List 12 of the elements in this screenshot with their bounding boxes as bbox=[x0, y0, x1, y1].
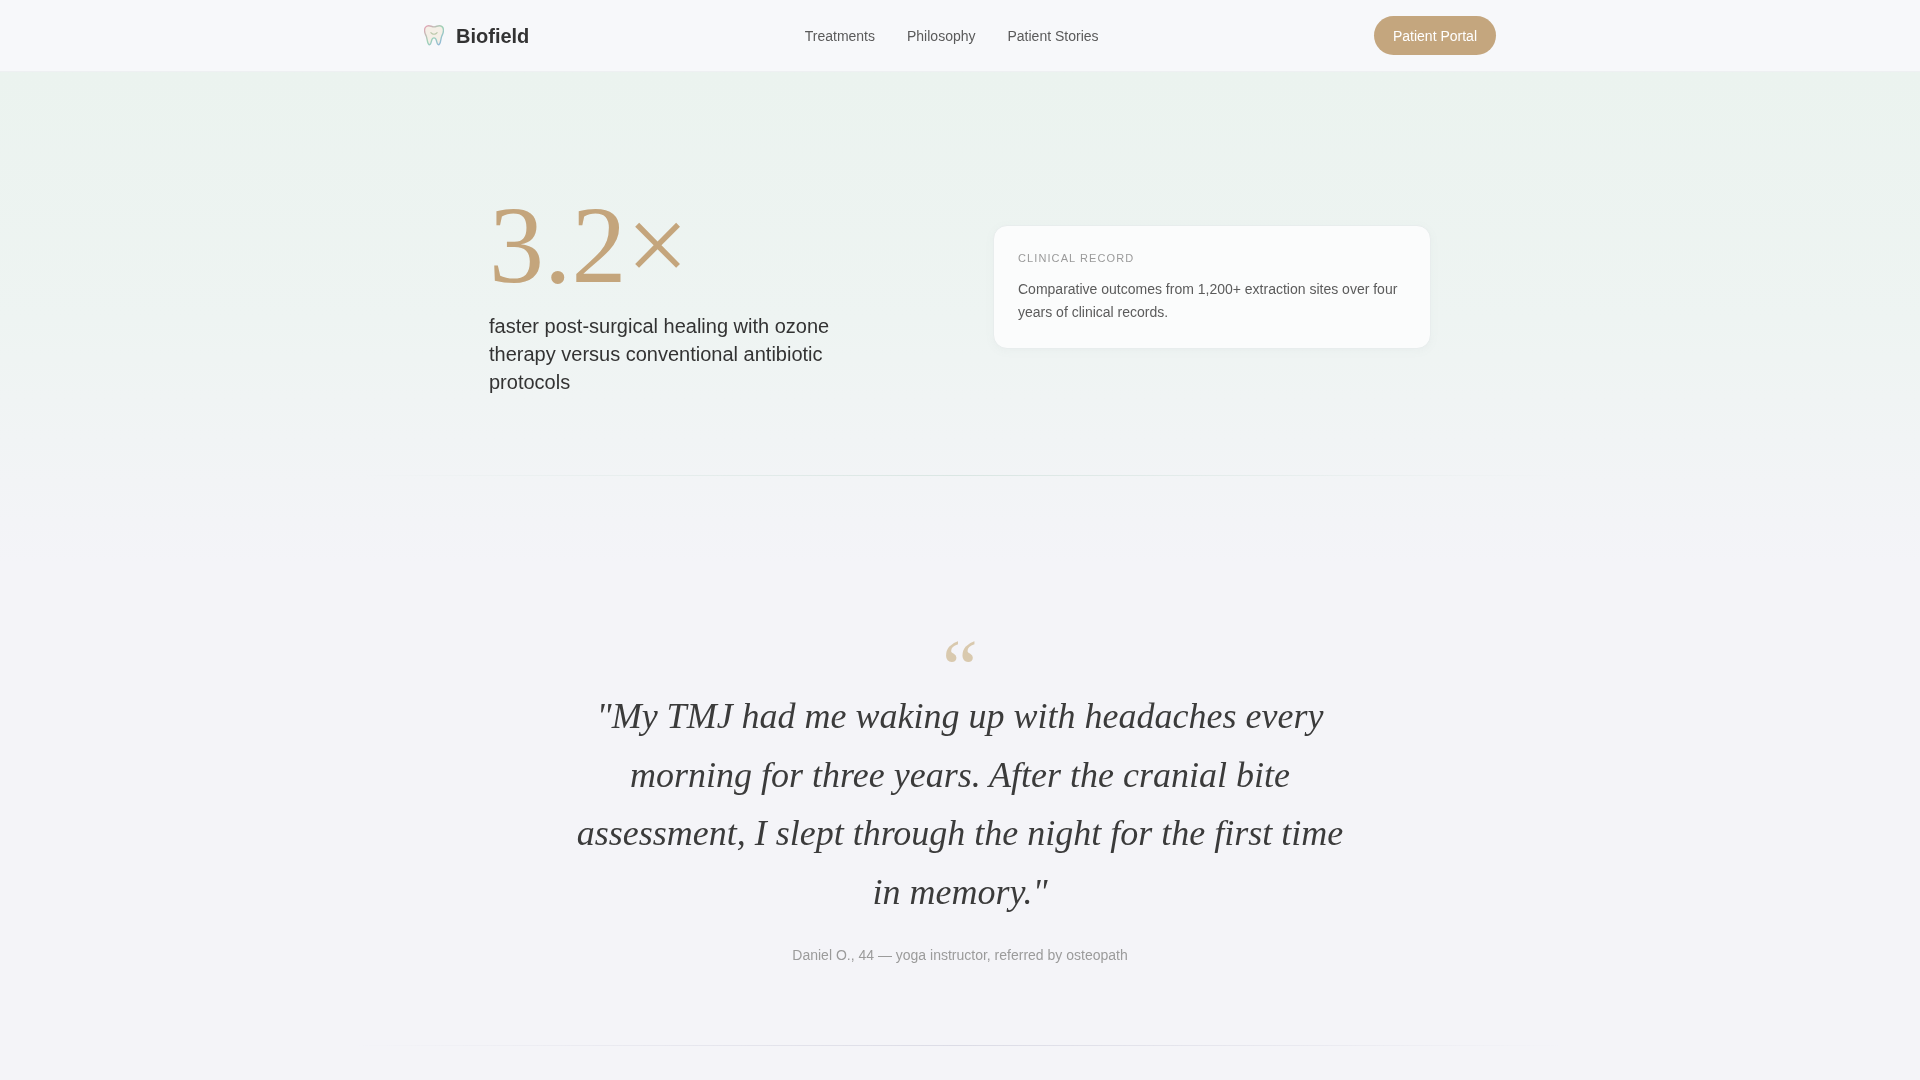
card-label: CLINICAL RECORD bbox=[1018, 251, 1136, 266]
tooth-icon bbox=[424, 25, 444, 46]
card-text: Comparative outcomes from 1,200+ extraction sites over four years of clinical records. bbox=[1018, 280, 1399, 322]
testimonial-attribution: Daniel O., 44 — yoga instructor, referred by osteopath bbox=[792, 946, 1128, 965]
testimonial-quote: "My TMJ had me waking up with headaches every morning for three years. After the cranial bite assessment, I slept through the night for the first time in memory." bbox=[575, 695, 1345, 914]
brand-name: Biofield bbox=[456, 25, 530, 46]
quote-mark: “ bbox=[942, 640, 978, 674]
stat-value: 3.2× bbox=[489, 190, 689, 300]
nav-link[interactable]: Philosophy bbox=[907, 25, 976, 46]
nav-link[interactable]: Treatments bbox=[804, 25, 875, 46]
stat-description: faster post-surgical healing with ozone therapy versus conventional antibiotic protocols bbox=[489, 314, 831, 395]
nav-link[interactable]: Patient Stories bbox=[1007, 25, 1099, 46]
